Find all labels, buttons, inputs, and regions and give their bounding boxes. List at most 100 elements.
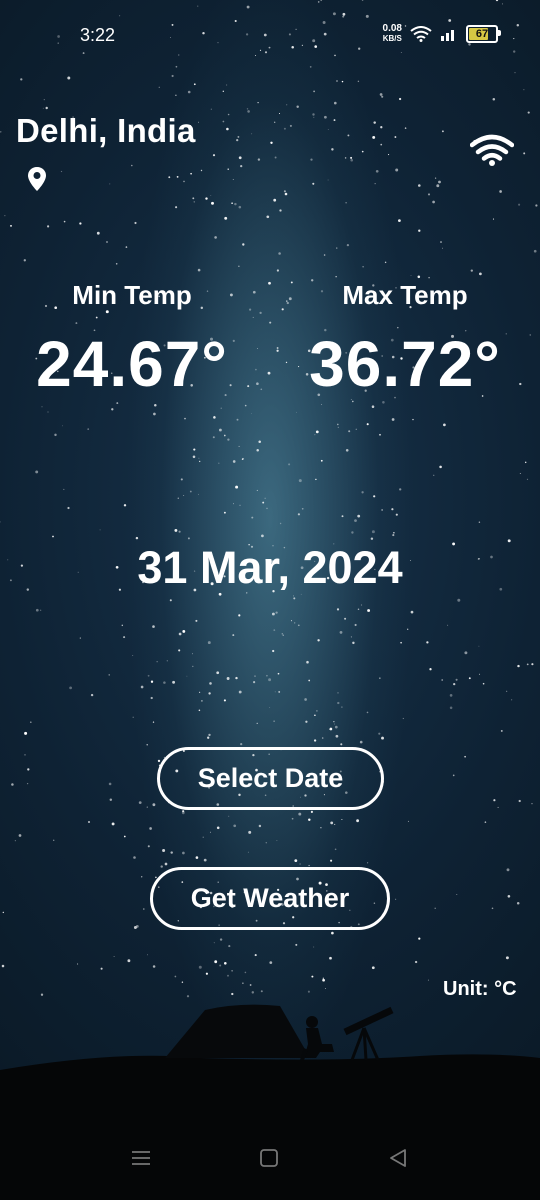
star [457, 598, 461, 602]
star [123, 835, 126, 838]
star [533, 249, 537, 253]
star [212, 154, 216, 157]
star [79, 222, 82, 225]
star [67, 506, 70, 510]
star [223, 511, 226, 514]
select-date-button[interactable]: Select Date [157, 747, 384, 810]
star [470, 269, 473, 272]
star [168, 176, 171, 179]
star [464, 755, 466, 758]
star [429, 668, 432, 671]
star [237, 135, 240, 138]
star [147, 845, 150, 848]
star [235, 676, 238, 680]
star [308, 679, 311, 682]
star [10, 224, 12, 227]
star [218, 428, 222, 432]
star [261, 534, 264, 538]
star [334, 823, 336, 825]
star [320, 826, 322, 829]
get-weather-button[interactable]: Get Weather [150, 867, 390, 930]
star [310, 158, 313, 161]
star [201, 700, 203, 702]
menu-icon[interactable] [131, 1148, 151, 1168]
star [223, 699, 226, 702]
star [388, 154, 390, 156]
back-triangle-icon[interactable] [388, 1148, 408, 1168]
star [367, 609, 371, 612]
star [286, 104, 288, 106]
star [111, 408, 114, 411]
star [526, 478, 529, 481]
star [334, 848, 337, 851]
star [357, 608, 360, 611]
star [214, 236, 217, 239]
star [381, 736, 384, 740]
star [518, 799, 521, 803]
star [45, 106, 48, 110]
star [433, 474, 435, 476]
star [439, 465, 442, 469]
star [523, 89, 525, 91]
star [242, 457, 245, 460]
star [269, 321, 272, 324]
star [116, 402, 119, 405]
star [228, 815, 230, 817]
battery-level: 67 [475, 28, 489, 40]
star [184, 417, 186, 420]
star [239, 504, 241, 506]
star [304, 698, 307, 701]
star [132, 716, 134, 718]
location-title: Delhi, India [16, 112, 196, 149]
star [79, 637, 81, 639]
star [227, 168, 229, 170]
star [360, 604, 363, 606]
home-square-icon[interactable] [259, 1148, 279, 1168]
star [152, 803, 156, 807]
star [407, 820, 409, 822]
star [242, 243, 245, 246]
star [335, 79, 339, 83]
star [210, 195, 212, 197]
star [317, 639, 320, 642]
star [370, 537, 374, 540]
star [516, 902, 520, 905]
star [531, 803, 533, 805]
star [177, 497, 179, 499]
star [432, 200, 435, 204]
star [356, 819, 359, 823]
star [272, 649, 275, 653]
star [341, 819, 343, 820]
star [216, 671, 220, 675]
star [180, 478, 183, 481]
star [189, 490, 192, 493]
star [256, 722, 258, 725]
star [518, 203, 521, 206]
star [293, 597, 296, 600]
star [163, 681, 166, 684]
star [193, 448, 196, 451]
star [517, 664, 520, 668]
star [166, 660, 168, 662]
star [257, 158, 261, 161]
star [131, 164, 133, 167]
star [202, 836, 204, 838]
star [226, 127, 229, 131]
star [108, 674, 110, 676]
star [2, 911, 4, 914]
star [297, 513, 301, 516]
star [290, 620, 293, 622]
star [442, 247, 443, 249]
location-pin-icon[interactable] [27, 166, 47, 192]
star [453, 682, 456, 686]
star [220, 407, 222, 409]
star [63, 220, 66, 223]
star [391, 508, 394, 511]
star [175, 94, 177, 97]
star [207, 641, 211, 645]
star [222, 90, 224, 92]
star [60, 170, 63, 173]
star [506, 690, 508, 692]
star [361, 491, 364, 494]
star [276, 840, 278, 842]
